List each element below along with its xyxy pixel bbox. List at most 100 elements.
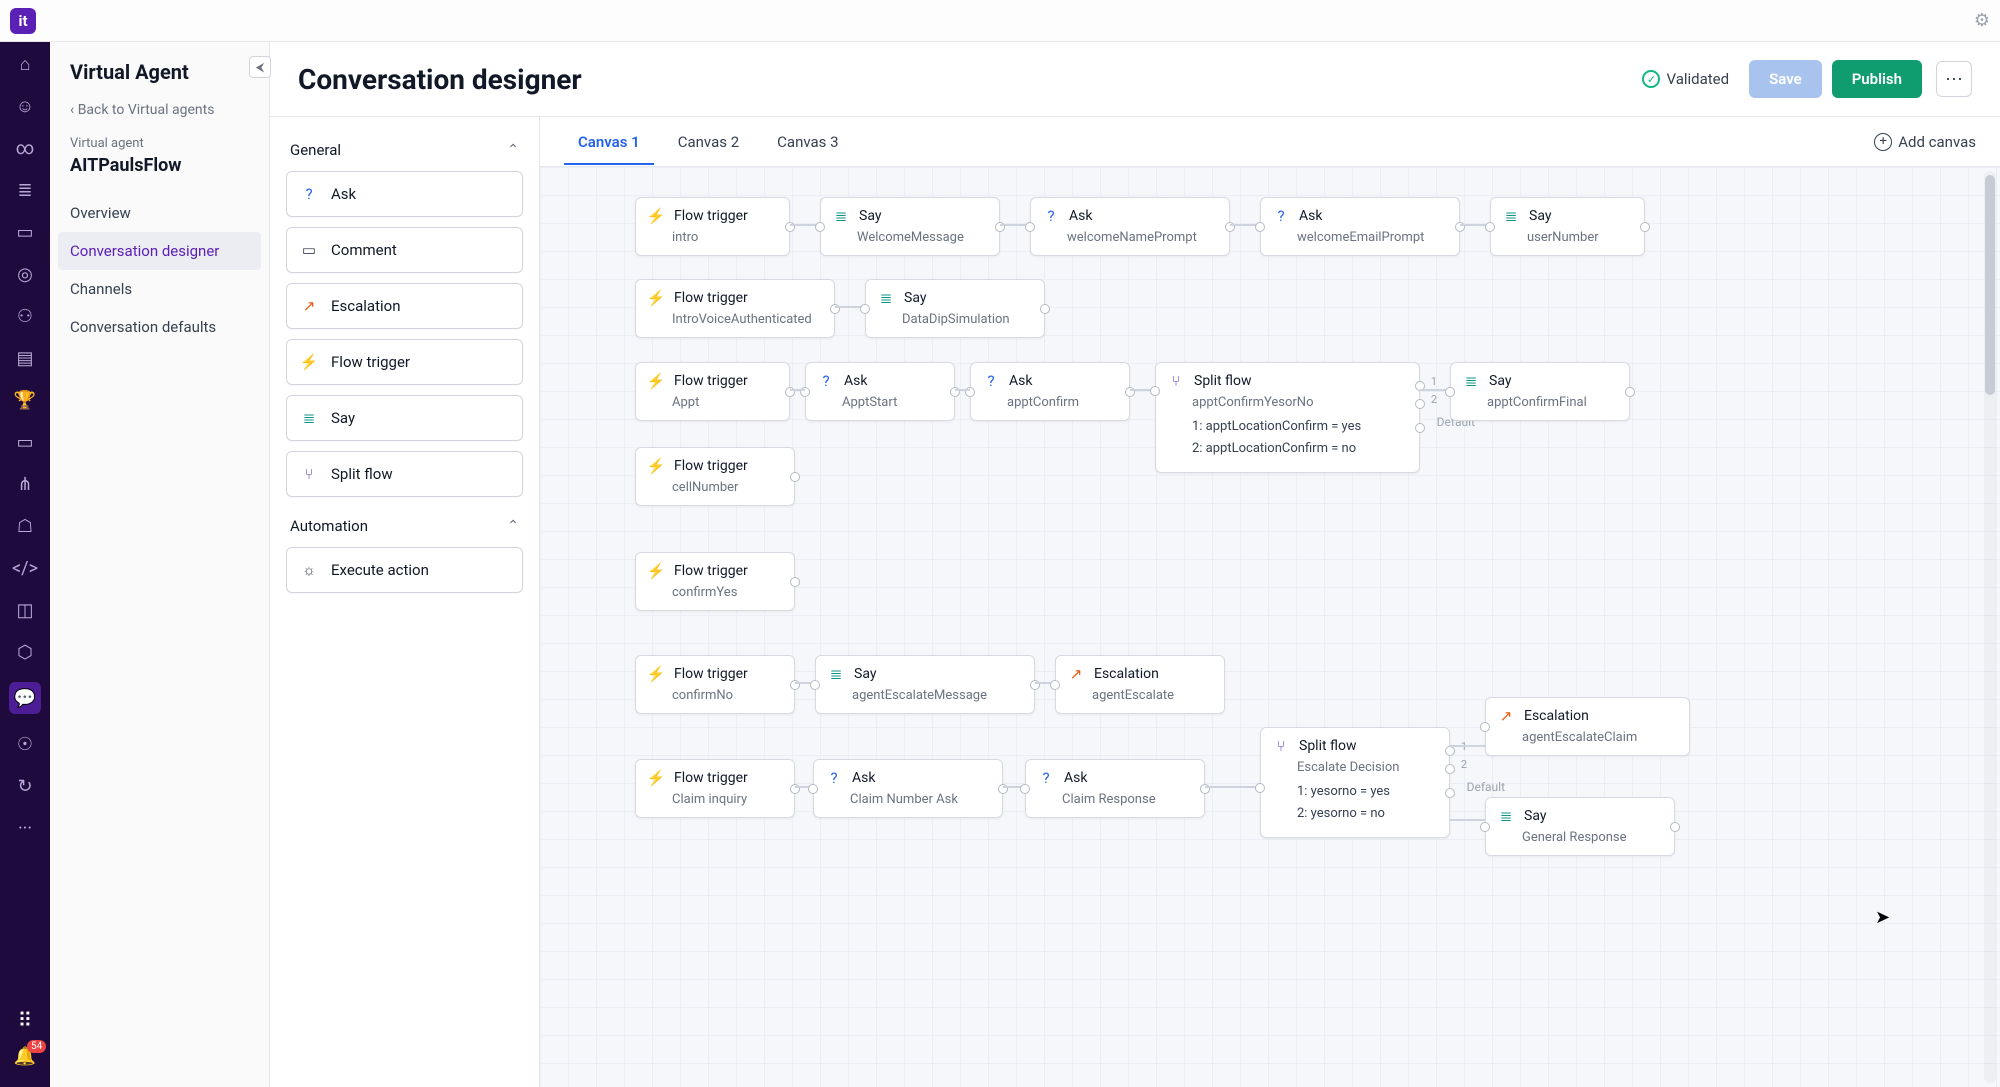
rail-link-icon[interactable]: ∞ bbox=[13, 136, 37, 160]
node-out-port[interactable] bbox=[1225, 222, 1235, 232]
rail-arrow-icon[interactable]: ↻ bbox=[13, 774, 37, 798]
rail-eye-icon[interactable]: ☉ bbox=[13, 732, 37, 756]
node-say[interactable]: ≣Say apptConfirmFinal bbox=[1450, 362, 1630, 421]
rail-puzzle-icon[interactable]: ⬡ bbox=[13, 640, 37, 664]
node-ask[interactable]: ?Ask Claim Response bbox=[1025, 759, 1205, 818]
node-flow-trigger[interactable]: ⚡Flow trigger confirmNo bbox=[635, 655, 795, 714]
node-escalation[interactable]: ↗Escalation agentEscalate bbox=[1055, 655, 1225, 714]
node-out-port[interactable] bbox=[1670, 822, 1680, 832]
canvas-scrollbar[interactable] bbox=[1984, 171, 1996, 1083]
node-out-port[interactable] bbox=[1640, 222, 1650, 232]
tab-canvas-3[interactable]: Canvas 3 bbox=[763, 119, 852, 165]
node-ask[interactable]: ?Ask welcomeEmailPrompt bbox=[1260, 197, 1460, 256]
node-out-port[interactable] bbox=[995, 222, 1005, 232]
node-in-port[interactable] bbox=[1255, 783, 1265, 793]
node-flow-trigger[interactable]: ⚡Flow trigger Claim inquiry bbox=[635, 759, 795, 818]
node-in-port[interactable] bbox=[1480, 722, 1490, 732]
node-say[interactable]: ≣Say WelcomeMessage bbox=[820, 197, 1000, 256]
sidebar-item-conversation-designer[interactable]: Conversation designer bbox=[58, 232, 261, 270]
node-ask[interactable]: ?Ask apptConfirm bbox=[970, 362, 1130, 421]
back-link[interactable]: Back to Virtual agents bbox=[50, 102, 269, 136]
rail-people-icon[interactable]: ⚇ bbox=[13, 304, 37, 328]
tab-canvas-1[interactable]: Canvas 1 bbox=[564, 119, 654, 165]
palette-item-comment[interactable]: ▭Comment bbox=[286, 227, 523, 273]
node-split-flow[interactable]: ⑂Split flow apptConfirmYesorNo 1: apptLo… bbox=[1155, 362, 1420, 473]
node-out-port[interactable] bbox=[1125, 387, 1135, 397]
sidebar-item-conversation-defaults[interactable]: Conversation defaults bbox=[50, 308, 269, 346]
rail-target-icon[interactable]: ◎ bbox=[13, 262, 37, 286]
node-in-port[interactable] bbox=[800, 387, 810, 397]
node-out-port[interactable] bbox=[1200, 784, 1210, 794]
palette-item-ask[interactable]: ?Ask bbox=[286, 171, 523, 217]
sidebar-item-overview[interactable]: Overview bbox=[50, 194, 269, 232]
node-in-port[interactable] bbox=[1255, 222, 1265, 232]
node-say[interactable]: ≣Say DataDipSimulation bbox=[865, 279, 1045, 338]
rail-notification-icon[interactable]: 🔔 54 bbox=[14, 1046, 36, 1067]
rail-chip-icon[interactable]: ◫ bbox=[13, 598, 37, 622]
node-in-port[interactable] bbox=[1150, 386, 1160, 396]
node-ask[interactable]: ?Ask welcomeNamePrompt bbox=[1030, 197, 1230, 256]
node-out-port[interactable] bbox=[1455, 222, 1465, 232]
window-settings-icon[interactable]: ⚙ bbox=[1974, 10, 1990, 31]
app-logo[interactable]: it bbox=[10, 8, 36, 34]
node-in-port[interactable] bbox=[815, 222, 825, 232]
node-out-port[interactable] bbox=[1415, 423, 1425, 433]
node-out-port[interactable] bbox=[950, 387, 960, 397]
node-flow-trigger[interactable]: ⚡Flow trigger Appt bbox=[635, 362, 790, 421]
add-canvas-button[interactable]: + Add canvas bbox=[1874, 133, 1976, 151]
node-say[interactable]: ≣Say General Response bbox=[1485, 797, 1675, 856]
rail-fork-icon[interactable]: ⋔ bbox=[13, 472, 37, 496]
palette-item-flow-trigger[interactable]: ⚡Flow trigger bbox=[286, 339, 523, 385]
node-out-port[interactable] bbox=[790, 472, 800, 482]
rail-clipboard-icon[interactable]: ▤ bbox=[13, 346, 37, 370]
rail-shield-icon[interactable]: ☖ bbox=[13, 514, 37, 538]
palette-item-say[interactable]: ≣Say bbox=[286, 395, 523, 441]
node-split-flow[interactable]: ⑂Split flow Escalate Decision 1: yesorno… bbox=[1260, 727, 1450, 838]
node-out-port[interactable] bbox=[1030, 680, 1040, 690]
node-say[interactable]: ≣Say userNumber bbox=[1490, 197, 1645, 256]
rail-user-icon[interactable]: ☺ bbox=[13, 94, 37, 118]
collapse-sidebar-button[interactable]: ⮜ bbox=[249, 56, 271, 78]
node-out-port[interactable] bbox=[1415, 399, 1425, 409]
node-in-port[interactable] bbox=[1025, 222, 1035, 232]
rail-bars-icon[interactable]: ≣ bbox=[13, 178, 37, 202]
node-out-port[interactable] bbox=[790, 784, 800, 794]
node-in-port[interactable] bbox=[1020, 784, 1030, 794]
node-out-port[interactable] bbox=[1445, 746, 1455, 756]
node-in-port[interactable] bbox=[1445, 387, 1455, 397]
node-ask[interactable]: ?Ask ApptStart bbox=[805, 362, 955, 421]
node-out-port[interactable] bbox=[1040, 304, 1050, 314]
publish-button[interactable]: Publish bbox=[1832, 60, 1922, 98]
save-button[interactable]: Save bbox=[1749, 60, 1822, 98]
rail-book-icon[interactable]: ▭ bbox=[13, 430, 37, 454]
palette-item-split-flow[interactable]: ⑂Split flow bbox=[286, 451, 523, 497]
node-flow-trigger[interactable]: ⚡Flow trigger IntroVoiceAuthenticated bbox=[635, 279, 835, 338]
rail-trophy-icon[interactable]: 🏆 bbox=[13, 388, 37, 412]
node-in-port[interactable] bbox=[1050, 680, 1060, 690]
node-in-port[interactable] bbox=[810, 680, 820, 690]
node-out-port[interactable] bbox=[1445, 764, 1455, 774]
rail-apps-icon[interactable]: ⠿ bbox=[18, 1008, 33, 1032]
rail-more-icon[interactable]: ··· bbox=[13, 816, 37, 840]
rail-id-icon[interactable]: ▭ bbox=[13, 220, 37, 244]
node-ask[interactable]: ?Ask Claim Number Ask bbox=[813, 759, 1003, 818]
node-in-port[interactable] bbox=[808, 784, 818, 794]
sidebar-item-channels[interactable]: Channels bbox=[50, 270, 269, 308]
node-say[interactable]: ≣Say agentEscalateMessage bbox=[815, 655, 1035, 714]
node-out-port[interactable] bbox=[790, 680, 800, 690]
rail-home-icon[interactable]: ⌂ bbox=[13, 52, 37, 76]
palette-item-execute-action[interactable]: ☼Execute action bbox=[286, 547, 523, 593]
node-flow-trigger[interactable]: ⚡Flow trigger cellNumber bbox=[635, 447, 795, 506]
palette-section-general[interactable]: General ⌃ bbox=[286, 131, 523, 171]
scrollbar-thumb[interactable] bbox=[1985, 175, 1995, 395]
rail-code-icon[interactable]: </> bbox=[13, 556, 37, 580]
node-out-port[interactable] bbox=[1445, 788, 1455, 798]
node-out-port[interactable] bbox=[830, 304, 840, 314]
palette-item-escalation[interactable]: ↗Escalation bbox=[286, 283, 523, 329]
node-in-port[interactable] bbox=[965, 387, 975, 397]
tab-canvas-2[interactable]: Canvas 2 bbox=[664, 119, 753, 165]
more-actions-button[interactable]: ⋯ bbox=[1936, 61, 1972, 97]
node-out-port[interactable] bbox=[790, 577, 800, 587]
node-in-port[interactable] bbox=[1485, 222, 1495, 232]
rail-chat-icon[interactable]: 💬 bbox=[9, 682, 41, 714]
